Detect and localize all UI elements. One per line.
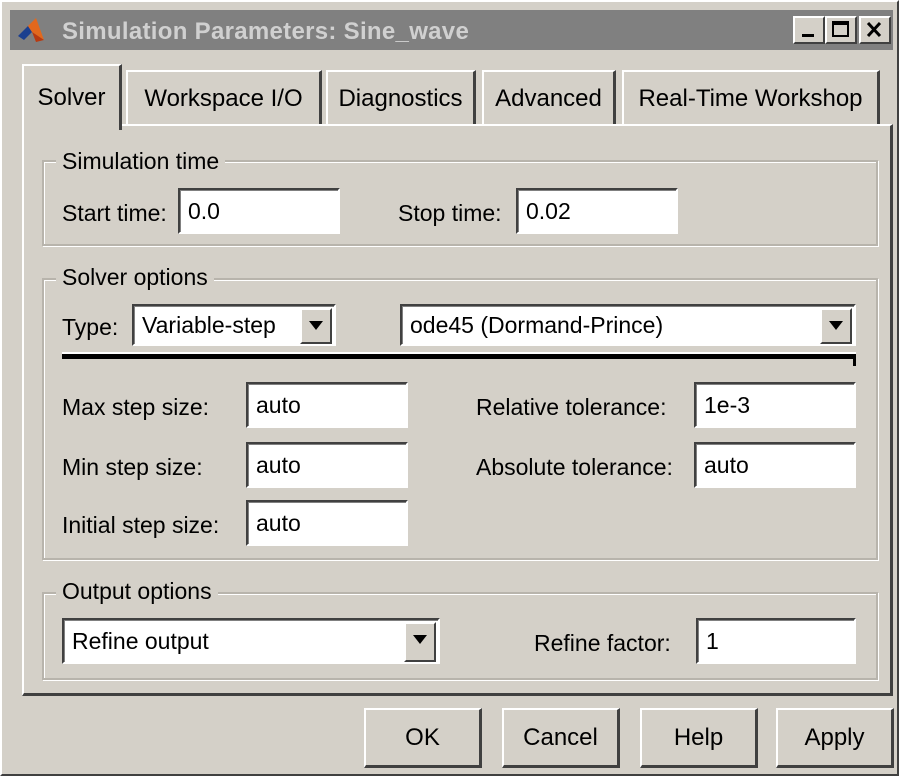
tab-real-time-workshop[interactable]: Real-Time Workshop [622,70,880,126]
maximize-button[interactable] [825,16,857,44]
help-button[interactable]: Help [640,708,758,768]
dialog-window: Simulation Parameters: Sine_wave Solver … [0,0,899,776]
close-button[interactable] [859,16,891,44]
tab-workspace-io[interactable]: Workspace I/O [126,70,322,126]
cancel-button[interactable]: Cancel [502,708,620,768]
matlab-logo-icon [16,16,46,44]
apply-button[interactable]: Apply [776,708,894,768]
minimize-button[interactable] [793,16,825,44]
ok-button[interactable]: OK [364,708,482,768]
title-bar[interactable]: Simulation Parameters: Sine_wave [10,10,893,50]
tab-advanced[interactable]: Advanced [482,70,616,126]
window-title: Simulation Parameters: Sine_wave [62,18,470,45]
tab-diagnostics[interactable]: Diagnostics [326,70,476,126]
tab-solver[interactable]: Solver [22,64,122,130]
solver-panel [22,124,893,696]
